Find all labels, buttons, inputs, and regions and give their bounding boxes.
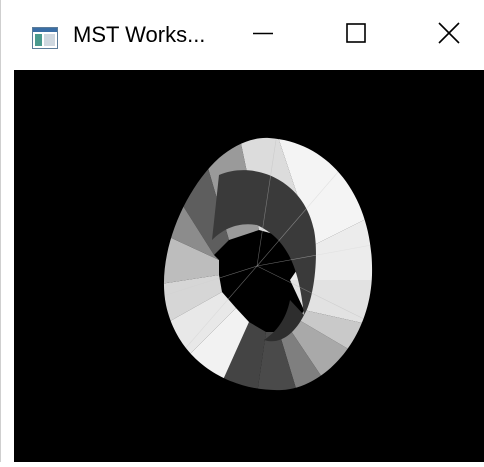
maximize-button[interactable] <box>326 10 386 60</box>
app-window: MST Works... <box>0 0 484 462</box>
minimize-button[interactable] <box>233 10 293 60</box>
title-bar[interactable]: MST Works... <box>1 0 484 70</box>
app-window-icon <box>32 27 58 49</box>
window-title: MST Works... <box>73 22 206 47</box>
render-viewport[interactable] <box>14 70 484 462</box>
minimize-icon <box>253 23 273 48</box>
close-button[interactable] <box>419 10 479 60</box>
torus-render <box>163 137 373 391</box>
maximize-icon <box>346 22 366 48</box>
close-icon <box>438 21 460 49</box>
